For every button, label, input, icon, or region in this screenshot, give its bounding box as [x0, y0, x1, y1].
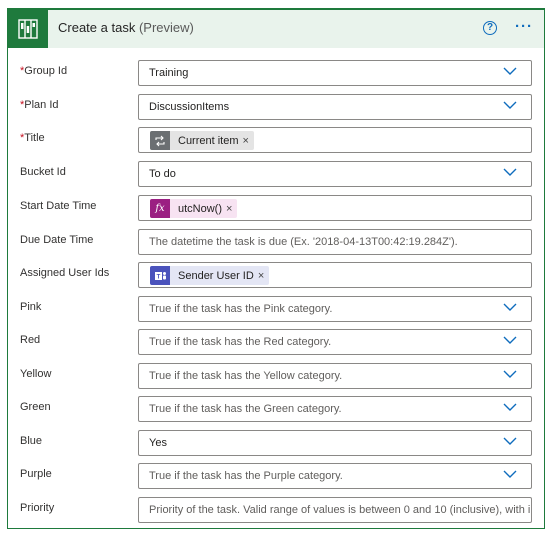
chevron-down-icon[interactable]: [503, 402, 517, 412]
title-label: *Title: [20, 131, 45, 145]
function-icon: fx: [150, 199, 170, 218]
dynamic-content-token[interactable]: T Sender User ID ×: [150, 266, 270, 285]
action-card: Create a task (Preview) ? ··· *Group Id …: [7, 8, 545, 529]
blue-dropdown[interactable]: Yes: [138, 430, 532, 456]
due-date-time-input[interactable]: The datetime the task is due (Ex. '2018-…: [138, 229, 532, 255]
purple-label: Purple: [20, 468, 52, 480]
pink-placeholder: True if the task has the Pink category.: [149, 303, 333, 315]
green-label: Green: [20, 401, 51, 413]
due-date-time-placeholder: The datetime the task is due (Ex. '2018-…: [149, 236, 458, 248]
card-header[interactable]: Create a task (Preview) ? ···: [8, 10, 544, 48]
card-title-text: Create a task: [58, 20, 136, 35]
purple-placeholder: True if the task has the Purple category…: [149, 470, 343, 482]
blue-row: Blue Yes: [8, 430, 544, 462]
priority-label: Priority: [20, 502, 55, 514]
loop-icon: [150, 131, 170, 150]
blue-label: Blue: [20, 435, 43, 447]
red-placeholder: True if the task has the Red category.: [149, 336, 332, 348]
yellow-dropdown[interactable]: True if the task has the Yellow category…: [138, 363, 532, 389]
priority-input[interactable]: Priority of the task. Valid range of val…: [138, 497, 532, 523]
blue-value: Yes: [149, 437, 167, 449]
start-date-time-input[interactable]: fx utcNow() ×: [138, 195, 532, 221]
red-row: Red True if the task has the Red categor…: [8, 329, 544, 361]
plan-id-row: *Plan Id DiscussionItems: [8, 94, 544, 126]
plan-id-label: *Plan Id: [20, 98, 59, 112]
title-row: *Title Current item ×: [8, 127, 544, 159]
priority-placeholder: Priority of the task. Valid range of val…: [149, 504, 531, 516]
pink-label: Pink: [20, 301, 42, 313]
bucket-id-dropdown[interactable]: To do: [138, 161, 532, 187]
remove-token-icon[interactable]: ×: [226, 203, 237, 215]
group-id-dropdown[interactable]: Training: [138, 60, 532, 86]
start-date-time-row: Start Date Time fx utcNow() ×: [8, 195, 544, 227]
token-label: Current item: [178, 134, 239, 147]
chevron-down-icon[interactable]: [503, 436, 517, 446]
bucket-id-value: To do: [149, 168, 176, 180]
start-date-time-label: Start Date Time: [20, 200, 97, 212]
group-id-label-text: Group Id: [24, 65, 68, 77]
title-input[interactable]: Current item ×: [138, 127, 532, 153]
group-id-label: *Group Id: [20, 64, 67, 78]
red-label: Red: [20, 334, 41, 346]
function-icon-text: fx: [155, 203, 165, 214]
bucket-id-label: Bucket Id: [20, 166, 66, 178]
teams-icon: T: [150, 266, 170, 285]
plan-id-dropdown[interactable]: DiscussionItems: [138, 94, 532, 120]
help-circle-icon[interactable]: ?: [483, 21, 497, 35]
token-label: Sender User ID: [178, 269, 254, 282]
expression-token[interactable]: fx utcNow() ×: [150, 199, 238, 218]
chevron-down-icon[interactable]: [503, 66, 517, 76]
group-id-row: *Group Id Training: [8, 60, 544, 92]
pink-row: Pink True if the task has the Pink categ…: [8, 296, 544, 328]
chevron-down-icon[interactable]: [503, 302, 517, 312]
purple-dropdown[interactable]: True if the task has the Purple category…: [138, 463, 532, 489]
plan-id-label-text: Plan Id: [24, 99, 59, 111]
ellipsis-icon[interactable]: ···: [515, 18, 533, 35]
due-date-time-label: Due Date Time: [20, 234, 94, 246]
bucket-id-row: Bucket Id To do: [8, 161, 544, 193]
priority-row: Priority Priority of the task. Valid ran…: [8, 497, 544, 529]
green-placeholder: True if the task has the Green category.: [149, 403, 342, 415]
red-dropdown[interactable]: True if the task has the Red category.: [138, 329, 532, 355]
yellow-label: Yellow: [20, 368, 52, 380]
assigned-user-ids-input[interactable]: T Sender User ID ×: [138, 262, 532, 288]
green-row: Green True if the task has the Green cat…: [8, 396, 544, 428]
card-title-preview: (Preview): [138, 20, 194, 35]
pink-dropdown[interactable]: True if the task has the Pink category.: [138, 296, 532, 322]
dynamic-content-token[interactable]: Current item ×: [150, 131, 254, 150]
remove-token-icon[interactable]: ×: [243, 135, 254, 147]
token-label: utcNow(): [178, 202, 223, 215]
chevron-down-icon[interactable]: [503, 469, 517, 479]
chevron-down-icon[interactable]: [503, 167, 517, 177]
title-label-text: Title: [24, 132, 45, 144]
plan-id-value: DiscussionItems: [149, 101, 230, 113]
due-date-time-row: Due Date Time The datetime the task is d…: [8, 229, 544, 261]
green-dropdown[interactable]: True if the task has the Green category.: [138, 396, 532, 422]
assigned-user-ids-row: Assigned User Ids T Sender User ID ×: [8, 262, 544, 294]
group-id-value: Training: [149, 67, 189, 79]
card-title: Create a task (Preview): [58, 20, 194, 35]
yellow-placeholder: True if the task has the Yellow category…: [149, 370, 343, 382]
remove-token-icon[interactable]: ×: [258, 270, 269, 282]
svg-text:T: T: [156, 274, 160, 280]
planner-app-icon: [8, 10, 48, 48]
chevron-down-icon[interactable]: [503, 369, 517, 379]
chevron-down-icon[interactable]: [503, 335, 517, 345]
purple-row: Purple True if the task has the Purple c…: [8, 463, 544, 495]
assigned-user-ids-label: Assigned User Ids: [20, 267, 110, 279]
yellow-row: Yellow True if the task has the Yellow c…: [8, 363, 544, 395]
chevron-down-icon[interactable]: [503, 100, 517, 110]
